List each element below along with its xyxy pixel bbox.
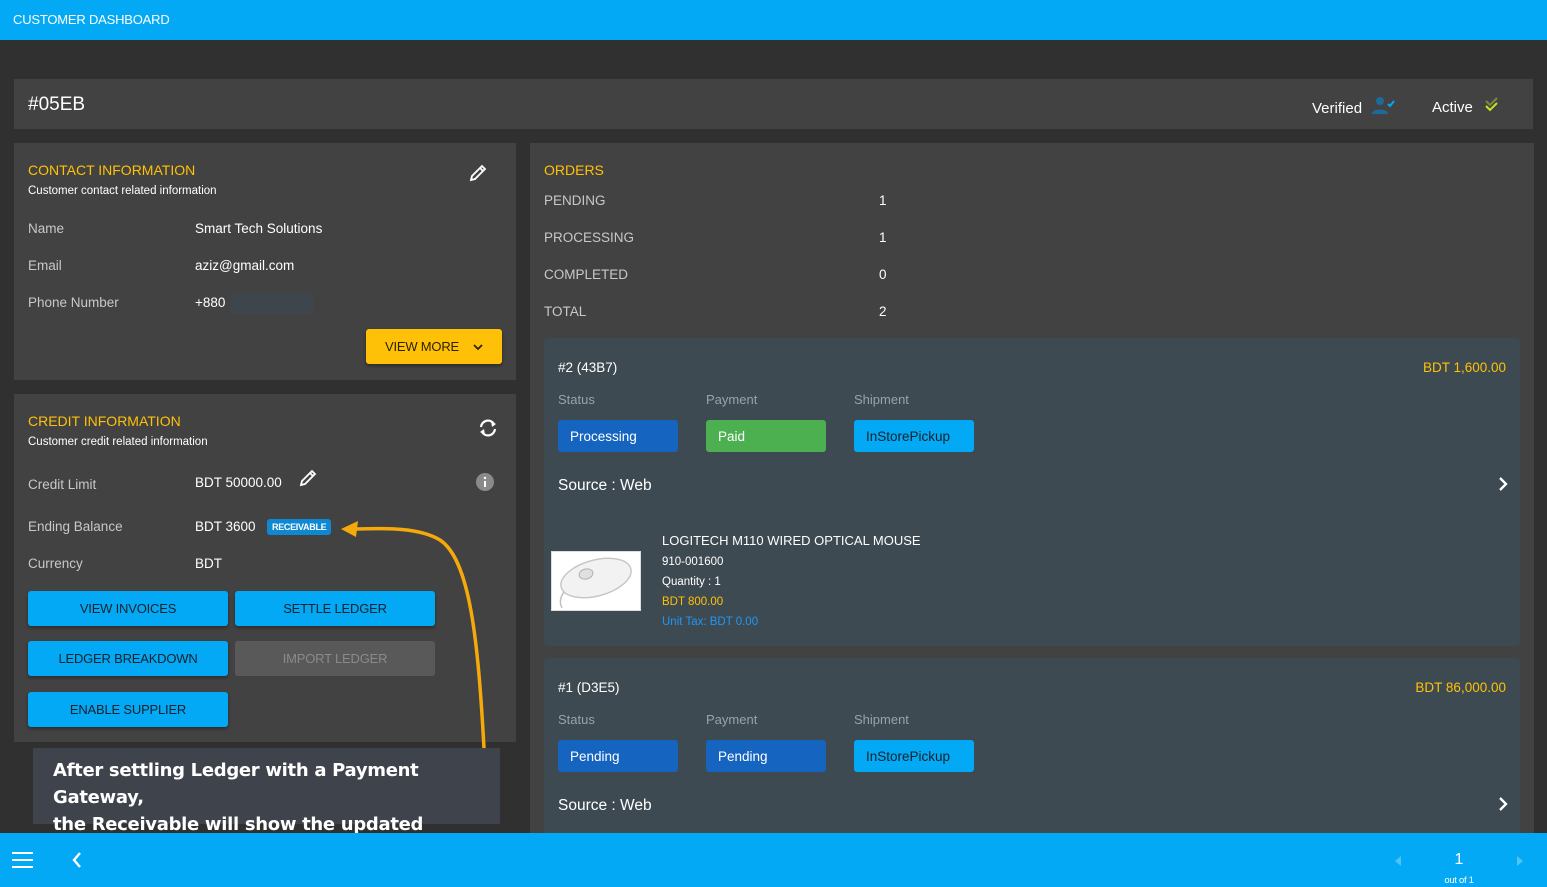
email-label: Email [28, 258, 62, 273]
bottom-bar: 1 out of 1 [0, 833, 1547, 887]
product-quantity: Quantity : 1 [662, 576, 721, 588]
shipment-label: Shipment [854, 712, 909, 727]
credit-info-button[interactable] [473, 472, 497, 496]
active-label: Active [1432, 98, 1473, 116]
completed-count-label: COMPLETED [544, 267, 629, 282]
order-id: #1 (D3E5) [558, 680, 620, 695]
shipment-chip: InStorePickup [854, 740, 974, 772]
processing-count-value: 1 [879, 230, 887, 245]
order-source: Source : Web [558, 477, 652, 494]
previous-page-icon[interactable] [1394, 854, 1402, 872]
credit-limit-value: BDT 50000.00 [195, 475, 282, 490]
view-more-button[interactable]: VIEW MORE [366, 329, 502, 364]
product-image [551, 551, 641, 611]
payment-label: Payment [706, 712, 758, 727]
contact-information-panel: CONTACT INFORMATION Customer contact rel… [14, 143, 516, 380]
next-page-icon[interactable] [1516, 854, 1524, 872]
name-value: Smart Tech Solutions [195, 221, 323, 236]
payment-status-chip: Paid [706, 420, 826, 452]
view-more-label: VIEW MORE [384, 339, 460, 354]
orders-panel: ORDERS PENDING 1 PROCESSING 1 COMPLETED … [530, 143, 1534, 833]
import-ledger-button[interactable]: IMPORT LEDGER [235, 641, 435, 676]
contact-title: CONTACT INFORMATION [28, 162, 196, 178]
completed-count-value: 0 [879, 267, 887, 282]
active-status: Active [1432, 96, 1501, 118]
pending-count-value: 1 [879, 193, 887, 208]
currency-label: Currency [28, 556, 83, 571]
chevron-down-icon [473, 339, 483, 354]
user-check-icon [1372, 96, 1396, 120]
ending-balance-value: BDT 3600 [195, 519, 256, 534]
customer-header: #05EB Verified Active [14, 79, 1533, 129]
edit-contact-button[interactable] [466, 163, 490, 187]
contact-subtitle: Customer contact related information [28, 185, 217, 197]
phone-value: +880 [195, 295, 226, 310]
product-sku: 910-001600 [662, 556, 724, 568]
annotation-line-1: After settling Ledger with a Payment Gat… [53, 760, 419, 808]
name-label: Name [28, 221, 65, 236]
customer-id: #05EB [28, 94, 86, 115]
page-count: out of 1 [1444, 875, 1474, 886]
order-amount: BDT 86,000.00 [1415, 680, 1506, 695]
shipment-chip: InStorePickup [854, 420, 974, 452]
order-id: #2 (43B7) [558, 360, 618, 375]
orders-title: ORDERS [544, 162, 604, 178]
product-price: BDT 800.00 [662, 596, 724, 608]
status-label: Status [558, 712, 595, 727]
receivable-badge: RECEIVABLE [267, 519, 332, 535]
ledger-breakdown-button[interactable]: LEDGER BREAKDOWN [28, 641, 228, 676]
info-icon [476, 472, 494, 496]
status-label: Status [558, 392, 595, 407]
currency-value: BDT [195, 556, 222, 571]
chevron-right-icon[interactable] [1498, 796, 1508, 817]
order-card[interactable]: #2 (43B7) BDT 1,600.00 Status Payment Sh… [544, 338, 1520, 646]
total-count-value: 2 [879, 304, 887, 319]
shipment-label: Shipment [854, 392, 909, 407]
credit-subtitle: Customer credit related information [28, 436, 208, 448]
order-status-chip: Processing [558, 420, 678, 452]
processing-count-label: PROCESSING [544, 230, 635, 245]
phone-redaction [230, 293, 313, 314]
verified-label: Verified [1312, 99, 1363, 117]
order-status-chip: Pending [558, 740, 678, 772]
order-amount: BDT 1,600.00 [1422, 360, 1506, 375]
app-bar: CUSTOMER DASHBOARD [0, 0, 1547, 40]
phone-label: Phone Number [28, 295, 119, 310]
sync-icon [477, 418, 499, 443]
product-name: LOGITECH M110 WIRED OPTICAL MOUSE [662, 533, 921, 548]
ending-balance-label: Ending Balance [28, 519, 123, 534]
credit-information-panel: CREDIT INFORMATION Customer credit relat… [14, 394, 516, 742]
payment-label: Payment [706, 392, 758, 407]
settle-ledger-button[interactable]: SETTLE LEDGER [235, 591, 435, 626]
order-source: Source : Web [558, 797, 652, 814]
total-count-label: TOTAL [544, 304, 587, 319]
refresh-credit-button[interactable] [476, 418, 500, 442]
credit-title: CREDIT INFORMATION [28, 413, 181, 429]
payment-status-chip: Pending [706, 740, 826, 772]
view-invoices-button[interactable]: VIEW INVOICES [28, 591, 228, 626]
product-unit-tax: Unit Tax: BDT 0.00 [662, 616, 759, 628]
menu-icon[interactable] [12, 851, 34, 874]
annotation-callout: After settling Ledger with a Payment Gat… [33, 748, 500, 862]
credit-limit-label: Credit Limit [28, 477, 97, 492]
back-icon[interactable] [70, 850, 84, 875]
double-check-icon [1483, 96, 1501, 118]
pencil-icon [468, 163, 488, 188]
edit-credit-limit-button[interactable] [296, 468, 320, 492]
app-title: CUSTOMER DASHBOARD [13, 12, 170, 27]
current-page: 1 [1454, 851, 1464, 868]
verified-status: Verified [1312, 96, 1396, 120]
order-card[interactable]: #1 (D3E5) BDT 86,000.00 Status Payment S… [544, 658, 1520, 833]
email-value: aziz@gmail.com [195, 258, 295, 273]
pencil-icon [298, 468, 318, 493]
enable-supplier-button[interactable]: ENABLE SUPPLIER [28, 692, 228, 727]
chevron-right-icon[interactable] [1498, 476, 1508, 497]
pending-count-label: PENDING [544, 193, 606, 208]
